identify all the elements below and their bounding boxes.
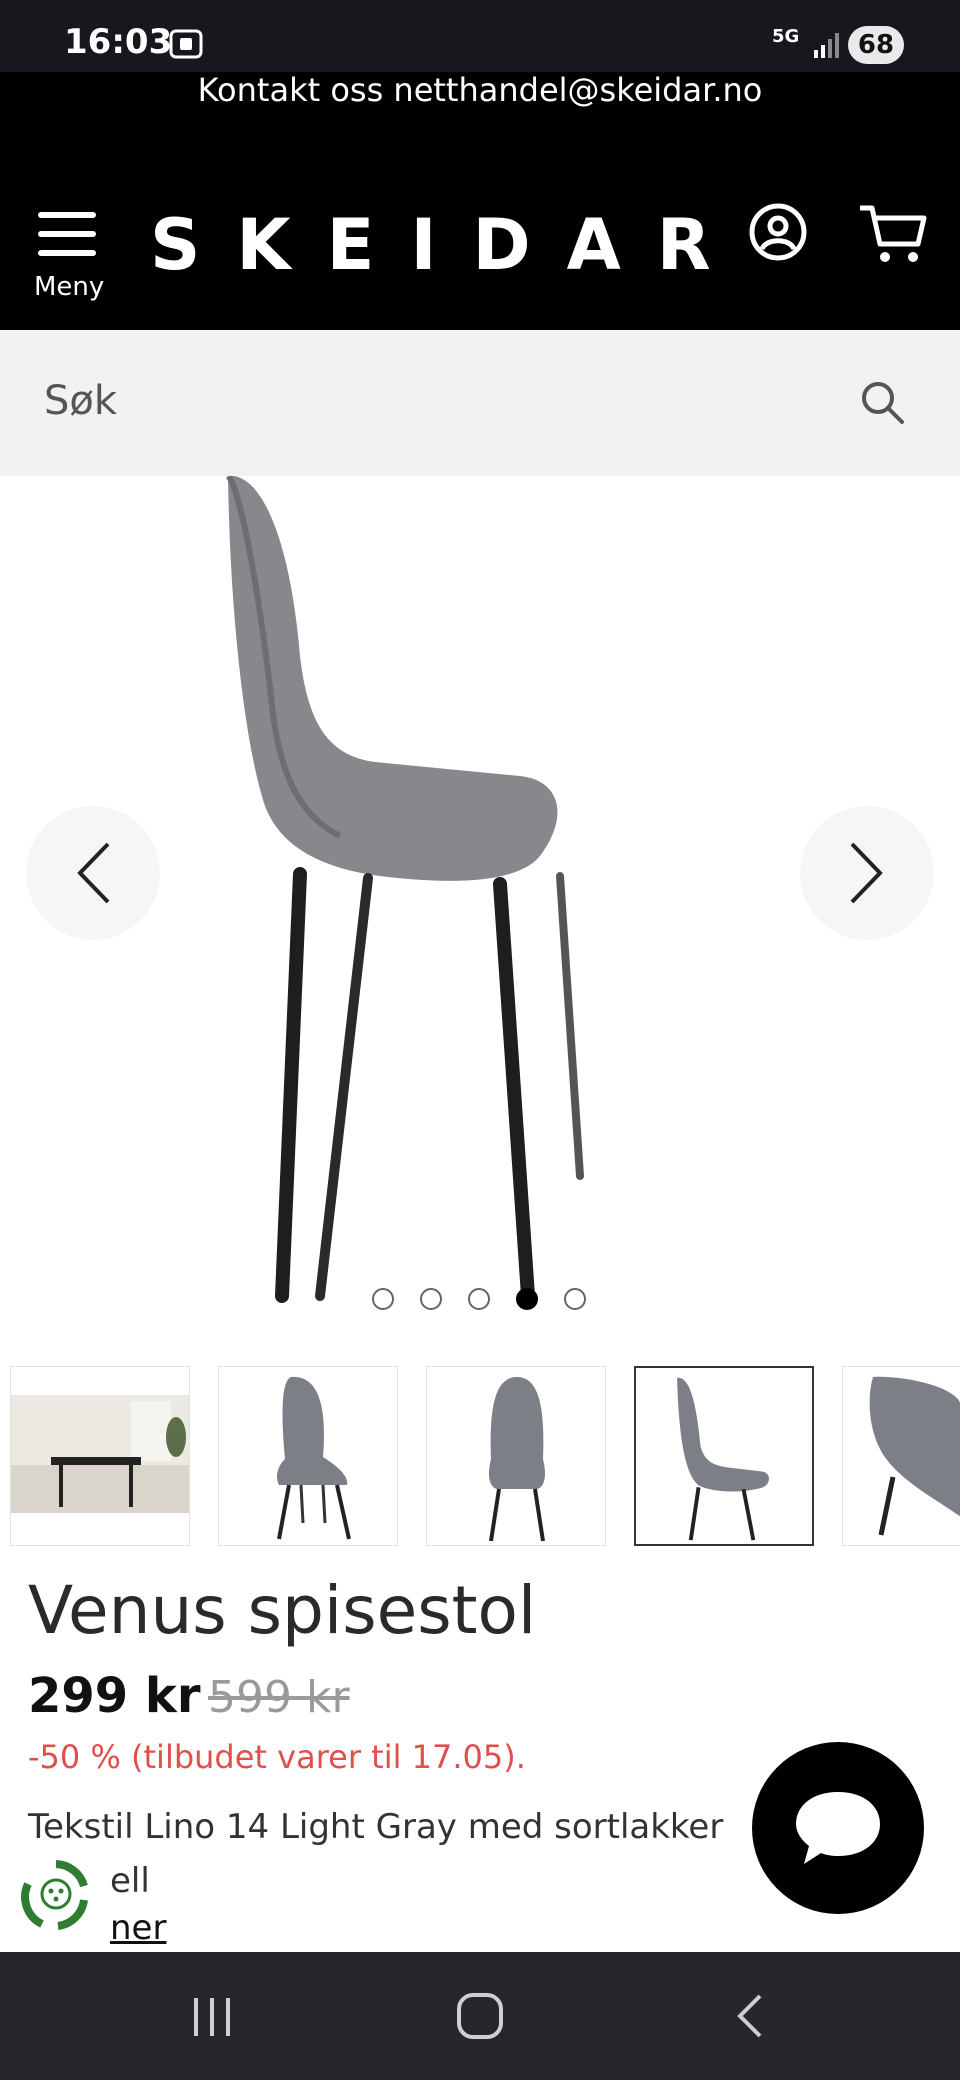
battery-indicator: 68 (848, 26, 904, 64)
product-image (225, 476, 584, 1303)
previous-image-button[interactable] (26, 806, 160, 940)
description-line: Tekstil Lino 14 Light Gray med sortlakke… (28, 1807, 724, 1847)
read-more-link[interactable]: ner (110, 1908, 166, 1948)
thumbnail-image (11, 1395, 189, 1513)
recent-apps-icon[interactable] (188, 1992, 236, 2040)
search-icon[interactable] (858, 378, 906, 426)
menu-label[interactable]: Meny (34, 272, 104, 302)
status-time: 16:03 (64, 22, 173, 62)
screenshot-icon (169, 29, 203, 59)
chat-button[interactable] (752, 1742, 924, 1914)
chat-bubble-icon (796, 1792, 880, 1864)
discount-text: -50 % (tilbudet varer til 17.05). (28, 1738, 526, 1776)
gallery-dot[interactable] (372, 1288, 394, 1310)
thumbnail-chair-detail[interactable] (842, 1366, 960, 1546)
chevron-left-icon (77, 842, 110, 904)
back-icon[interactable] (730, 1990, 770, 2042)
thumbnail-image (869, 1376, 960, 1536)
network-indicator: 5G (772, 26, 800, 47)
gallery-dot[interactable] (420, 1288, 442, 1310)
chevron-right-icon (850, 842, 883, 904)
search-bar[interactable]: Søk (0, 330, 960, 476)
thumbnail-chair-front[interactable] (218, 1366, 398, 1546)
product-image-gallery[interactable] (0, 476, 960, 1356)
eco-recycle-icon[interactable] (18, 1856, 94, 1936)
android-navigation-bar (0, 1952, 960, 2080)
description-line: ell (110, 1861, 150, 1901)
gallery-dot[interactable] (564, 1288, 586, 1310)
gallery-dot[interactable] (468, 1288, 490, 1310)
next-image-button[interactable] (800, 806, 934, 940)
status-bar: 16:03 5G 68 (0, 0, 960, 72)
thumbnail-room-scene[interactable] (10, 1366, 190, 1546)
shopping-cart-icon[interactable] (858, 202, 928, 266)
site-header: Kontakt oss netthandel@skeidar.no Meny S… (0, 72, 960, 330)
thumbnail-image (277, 1376, 351, 1540)
user-account-icon[interactable] (748, 202, 808, 262)
contact-banner[interactable]: Kontakt oss netthandel@skeidar.no (0, 72, 960, 108)
signal-icon (814, 33, 839, 58)
product-old-price: 599 kr (208, 1672, 350, 1723)
gallery-dot-active[interactable] (516, 1288, 538, 1310)
thumbnail-chair-front-2[interactable] (426, 1366, 606, 1546)
thumbnail-image (489, 1377, 545, 1542)
search-input[interactable]: Søk (44, 378, 117, 424)
home-icon[interactable] (454, 1990, 506, 2042)
skeidar-logo[interactable]: SKEIDAR (150, 190, 711, 300)
product-price: 299 kr (28, 1668, 201, 1724)
product-title: Venus spisestol (28, 1572, 537, 1649)
hamburger-menu-icon[interactable] (38, 210, 96, 258)
thumbnail-image (677, 1377, 769, 1541)
product-description: Tekstil Lino 14 Light Gray med sortlakke… (28, 1800, 768, 1908)
thumbnail-chair-side-selected[interactable] (634, 1366, 814, 1546)
